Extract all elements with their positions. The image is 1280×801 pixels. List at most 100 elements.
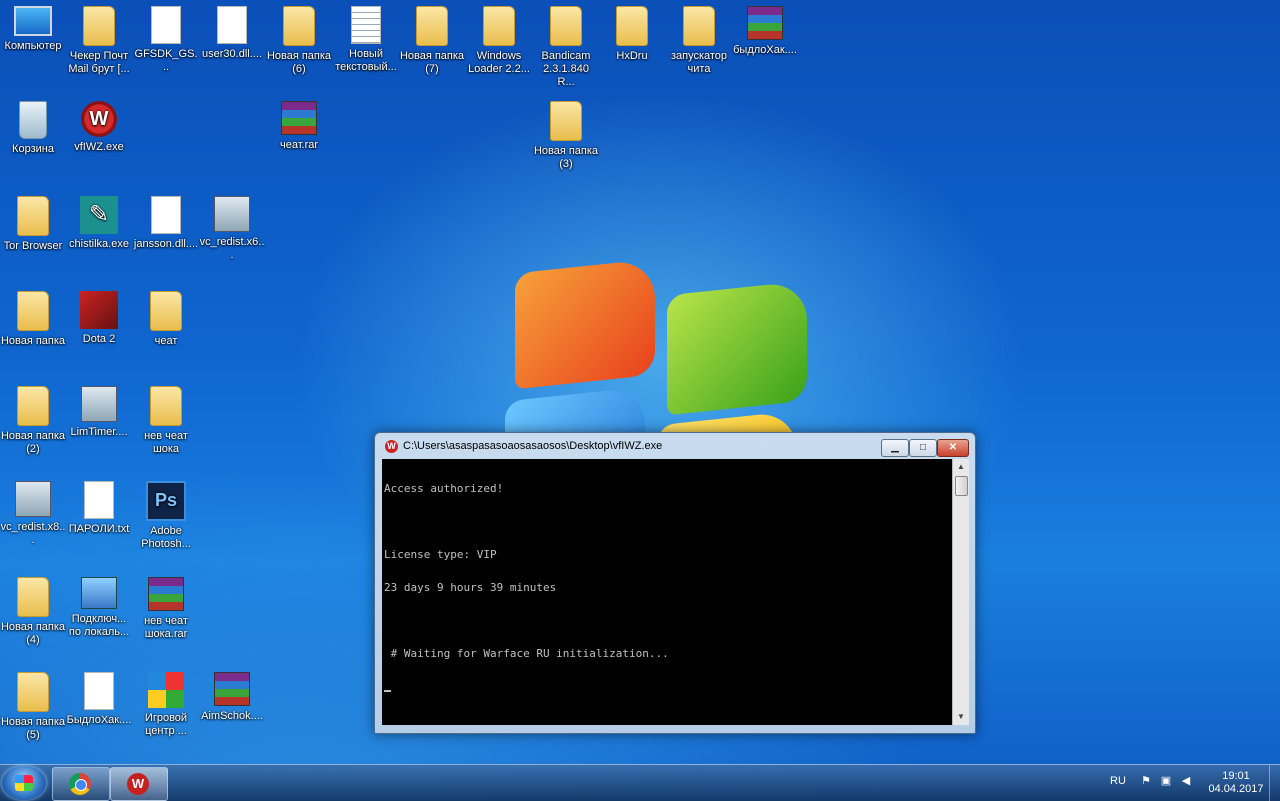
desktop-icon[interactable]: GFSDK_GS...: [133, 6, 199, 74]
desktop-icon[interactable]: vc_redist.x6...: [199, 196, 265, 262]
console-output[interactable]: Access authorized! License type: VIP 23 …: [382, 459, 952, 725]
desktop-icon[interactable]: vc_redist.x8...: [0, 481, 66, 547]
network-icon[interactable]: ▣: [1160, 775, 1172, 787]
desktop-icon[interactable]: Новая папка: [0, 291, 66, 348]
setup-icon: [15, 481, 51, 517]
desktop-icon[interactable]: нев чеат шока.rar: [133, 577, 199, 641]
desktop-icon[interactable]: Ps Adobe Photosh...: [133, 481, 199, 551]
folder-icon: [150, 291, 182, 331]
desktop-icon[interactable]: Dota 2: [66, 291, 132, 346]
desktop-icon-label: Dota 2: [82, 333, 116, 345]
desktop-icon-label: Чекер Почт Mail брут [...: [68, 50, 130, 75]
desktop-icon[interactable]: Bandicam 2.3.1.840 R...: [533, 6, 599, 89]
desktop-icon-label: jansson.dll....: [133, 238, 199, 250]
console-window[interactable]: W C:\Users\asaspasasoaosasaosos\Desktop\…: [374, 432, 976, 734]
rar-archive-icon: [148, 577, 184, 611]
show-desktop-button[interactable]: [1269, 765, 1280, 801]
file-icon: [151, 6, 181, 44]
desktop-icon[interactable]: AimSchok....: [199, 672, 265, 723]
desktop-icon-label: Компьютер: [4, 40, 62, 52]
desktop-icon[interactable]: БыдлоХак....: [66, 672, 132, 727]
desktop-icon[interactable]: Новая папка (7): [399, 6, 465, 76]
folder-icon: [550, 6, 582, 46]
desktop-icon[interactable]: запускатор чита: [666, 6, 732, 76]
network-icon: [81, 577, 117, 609]
desktop-icon[interactable]: Корзина: [0, 101, 66, 156]
clock-time: 19:01: [1222, 770, 1250, 782]
desktop-icon[interactable]: Новая папка (2): [0, 386, 66, 456]
windows-start-icon: [15, 775, 33, 791]
desktop-icon-label: быдлоХак....: [733, 44, 797, 56]
desktop-icon[interactable]: нев чеат шока: [133, 386, 199, 456]
scroll-up-arrow-icon[interactable]: ▲: [953, 459, 969, 475]
folder-icon: [416, 6, 448, 46]
volume-icon[interactable]: ◀: [1180, 775, 1192, 787]
folder-icon: [683, 6, 715, 46]
desktop-icon-label: LimTimer....: [70, 426, 128, 438]
desktop-icon[interactable]: Подключ... по локаль...: [66, 577, 132, 639]
desktop-icon-label: Новая папка: [0, 335, 66, 347]
desktop-icon[interactable]: Tor Browser: [0, 196, 66, 253]
vfiwz-app-icon: W: [127, 773, 149, 795]
action-center-flag-icon[interactable]: ⚑: [1140, 775, 1152, 787]
vfiwz-app-icon: W: [81, 101, 117, 137]
desktop-icon-label: Новая папка (2): [0, 430, 66, 455]
taskbar: W RU ⚑ ▣ ◀ 19:01 04.04.2017: [0, 764, 1280, 801]
desktop-icon[interactable]: HxDru: [599, 6, 665, 63]
folder-icon: [616, 6, 648, 46]
brush-app-icon: ✎: [80, 196, 118, 234]
window-titlebar[interactable]: W C:\Users\asaspasasoaosasaosos\Desktop\…: [375, 433, 975, 459]
desktop-icon[interactable]: Новая папка (3): [533, 101, 599, 171]
desktop-icon[interactable]: быдлоХак....: [732, 6, 798, 57]
desktop-icon[interactable]: Новая папка (4): [0, 577, 66, 647]
desktop-icon[interactable]: ✎ chistilka.exe: [66, 196, 132, 251]
scrollbar-thumb[interactable]: [955, 476, 968, 496]
desktop-icon[interactable]: Чекер Почт Mail брут [...: [66, 6, 132, 76]
taskbar-vfiwz-button[interactable]: W: [110, 767, 168, 801]
desktop-icon-label: Подключ... по локаль...: [68, 613, 130, 638]
desktop-icon[interactable]: Новый текстовый...: [333, 6, 399, 74]
desktop-icon[interactable]: чеат.rar: [266, 101, 332, 152]
clock-date: 04.04.2017: [1208, 783, 1264, 795]
desktop-icon-label: ПАРОЛИ.txt: [68, 523, 130, 535]
desktop-icon-label: GFSDK_GS...: [134, 48, 198, 73]
start-button[interactable]: [2, 766, 46, 800]
desktop-icon[interactable]: Компьютер: [0, 6, 66, 53]
desktop-icon-label: Новая папка (6): [266, 50, 332, 75]
desktop-icon[interactable]: ПАРОЛИ.txt: [66, 481, 132, 536]
text-file-icon: [351, 6, 381, 44]
folder-icon: [17, 196, 49, 236]
file-icon: [217, 6, 247, 44]
desktop-icon[interactable]: jansson.dll....: [133, 196, 199, 251]
desktop-icon[interactable]: Игровой центр ...: [133, 672, 199, 738]
minimize-button[interactable]: ▁: [881, 439, 909, 457]
file-icon: [151, 196, 181, 234]
desktop-icon[interactable]: LimTimer....: [66, 386, 132, 439]
console-cursor-line: [384, 681, 952, 692]
taskbar-chrome-button[interactable]: [52, 767, 110, 801]
maximize-button[interactable]: □: [909, 439, 937, 457]
folder-icon: [83, 6, 115, 46]
console-line: 23 days 9 hours 39 minutes: [384, 581, 557, 594]
desktop-icon[interactable]: user30.dll....: [199, 6, 265, 61]
desktop-icon[interactable]: Новая папка (6): [266, 6, 332, 76]
folder-icon: [17, 577, 49, 617]
desktop-icon[interactable]: Windows Loader 2.2...: [466, 6, 532, 76]
desktop-icon[interactable]: чеат: [133, 291, 199, 348]
rar-archive-icon: [281, 101, 317, 135]
scroll-down-arrow-icon[interactable]: ▼: [953, 709, 969, 725]
desktop-icon-label: запускатор чита: [670, 50, 728, 75]
desktop-icon-label: chistilka.exe: [69, 238, 129, 250]
vfiwz-app-icon: W: [385, 440, 398, 453]
clock[interactable]: 19:01 04.04.2017: [1206, 770, 1266, 796]
close-button[interactable]: ✕: [937, 439, 969, 457]
desktop-icon[interactable]: WvfIWZ.exe: [66, 101, 132, 154]
desktop-icon-label: HxDru: [616, 50, 648, 62]
desktop-icon-label: нев чеат шока.rar: [144, 615, 188, 640]
folder-icon: [550, 101, 582, 141]
vertical-scrollbar[interactable]: ▲ ▼: [952, 459, 969, 725]
language-indicator[interactable]: RU: [1110, 775, 1126, 787]
folder-icon: [17, 386, 49, 426]
desktop-icon[interactable]: Новая папка (5): [0, 672, 66, 742]
